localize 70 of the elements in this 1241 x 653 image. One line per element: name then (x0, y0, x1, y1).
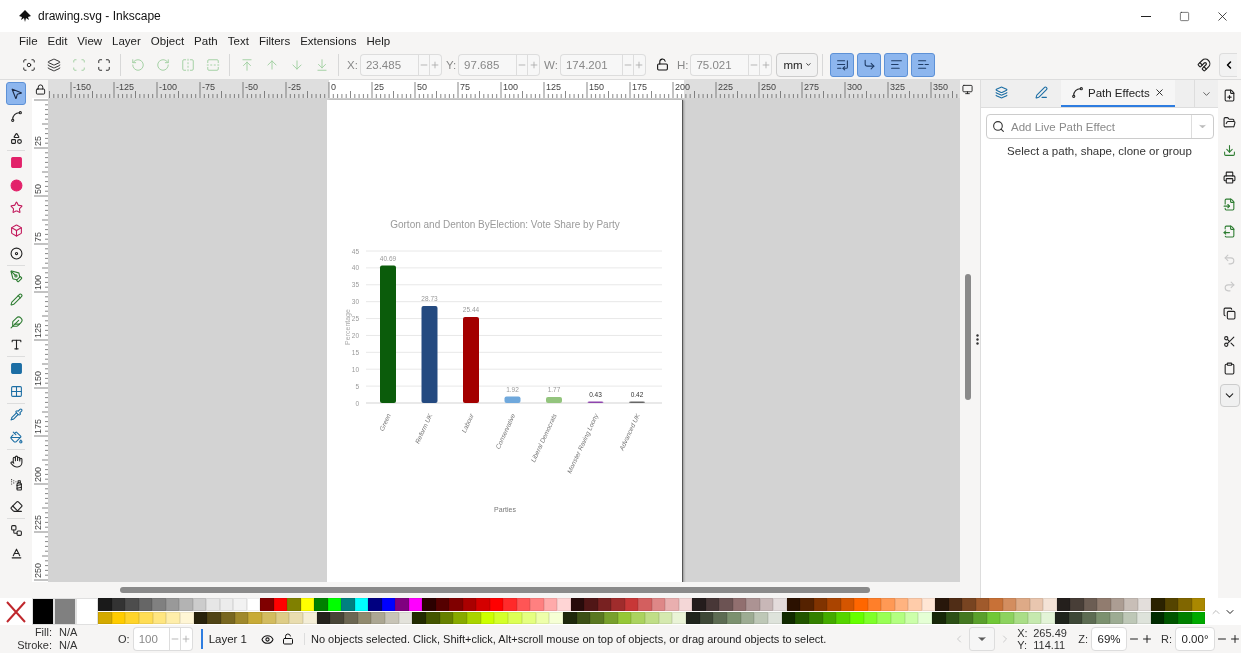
ruler-label: 300 (847, 82, 863, 92)
ruler-label: -150 (73, 82, 91, 92)
ruler-label: 25 (374, 82, 384, 92)
menu-item[interactable]: Filters (253, 32, 296, 50)
menu-item[interactable]: Text (222, 32, 254, 50)
opacity-input[interactable]: 100 (132, 627, 169, 651)
ruler-label: 50 (417, 82, 427, 92)
ruler-label: -50 (245, 82, 258, 92)
cursor-y-label: Y: (1017, 639, 1028, 651)
cursor-x-label: X: (1017, 627, 1029, 639)
ruler-label: 175 (33, 418, 43, 434)
ruler-label: 75 (33, 232, 43, 242)
menu-item[interactable]: Path (189, 32, 223, 50)
ruler-label: -125 (116, 82, 134, 92)
rotation-input[interactable]: 0.00° (1175, 627, 1215, 651)
zoom-label: Z: (1078, 633, 1088, 645)
ruler-label: 100 (33, 274, 43, 290)
ruler-label: 350 (933, 82, 949, 92)
ruler-label: 225 (33, 514, 43, 530)
ruler-label: 250 (761, 82, 777, 92)
opacity-label: O: (118, 633, 130, 645)
rotation-label: R: (1161, 633, 1172, 645)
menu-item[interactable]: Help (361, 32, 396, 50)
ruler-label: 150 (589, 82, 605, 92)
zoom-input[interactable]: 69% (1091, 627, 1127, 651)
stroke-value: N/A (59, 639, 79, 652)
field-label: X: (347, 58, 358, 71)
search-input[interactable]: Add Live Path Effect (1009, 119, 1191, 134)
ruler-label: 25 (33, 136, 43, 146)
ruler-label: 200 (33, 466, 43, 482)
status-message: No objects selected. Click, Shift+click, Alt+scroll mouse on top of objects, or drag around objects to select. (304, 633, 954, 645)
menu-item[interactable]: View (72, 32, 108, 50)
ruler-label: -100 (159, 82, 177, 92)
number-input[interactable]: 75.021 (690, 53, 749, 76)
ruler-label: 275 (804, 82, 820, 92)
layer-selector[interactable]: Layer 1 (200, 629, 253, 649)
ruler-label: 150 (33, 370, 43, 386)
ruler-label: 125 (546, 82, 562, 92)
ruler-label: 175 (632, 82, 648, 92)
field-label: Y: (445, 58, 457, 71)
panel-message: Select a path, shape, clone or group (1006, 145, 1193, 157)
window-title: drawing.svg - Inkscape (38, 9, 162, 23)
ruler-label: 100 (503, 82, 519, 92)
menu-item[interactable]: Extensions (295, 32, 362, 50)
ruler-label: 75 (460, 82, 470, 92)
ruler-label: 250 (33, 562, 43, 578)
cursor-y-value: 114.11 (1033, 639, 1067, 651)
ruler-label: 325 (890, 82, 906, 92)
fill-label: Fill: (33, 626, 53, 639)
ruler-label: 200 (675, 82, 691, 92)
number-input[interactable]: 97.685 (458, 53, 517, 76)
menu-item[interactable]: Edit (42, 32, 73, 50)
ruler-label: -25 (288, 82, 301, 92)
cursor-x-value: 265.49 (1033, 627, 1068, 639)
ruler-label: 0 (331, 82, 336, 92)
unit-dropdown[interactable]: mm (776, 52, 819, 77)
ruler-label: 125 (33, 322, 43, 338)
field-label: H: (676, 58, 689, 71)
menu-item[interactable]: Layer (107, 32, 146, 50)
menu-item[interactable]: File (14, 32, 43, 50)
chart-title: Gorton and Denton ByElection: Vote Share by Party (390, 219, 620, 230)
stroke-label: Stroke: (16, 639, 53, 652)
ruler-label: 50 (33, 184, 43, 194)
field-label: W: (544, 58, 558, 71)
ruler-label: -75 (202, 82, 215, 92)
panel-tab[interactable]: Path Effects (1061, 80, 1175, 107)
search-field[interactable]: Add Live Path Effect (986, 114, 1214, 139)
ruler-label: 225 (718, 82, 734, 92)
fill-value: N/A (59, 626, 79, 639)
menu-item[interactable]: Object (145, 32, 190, 50)
